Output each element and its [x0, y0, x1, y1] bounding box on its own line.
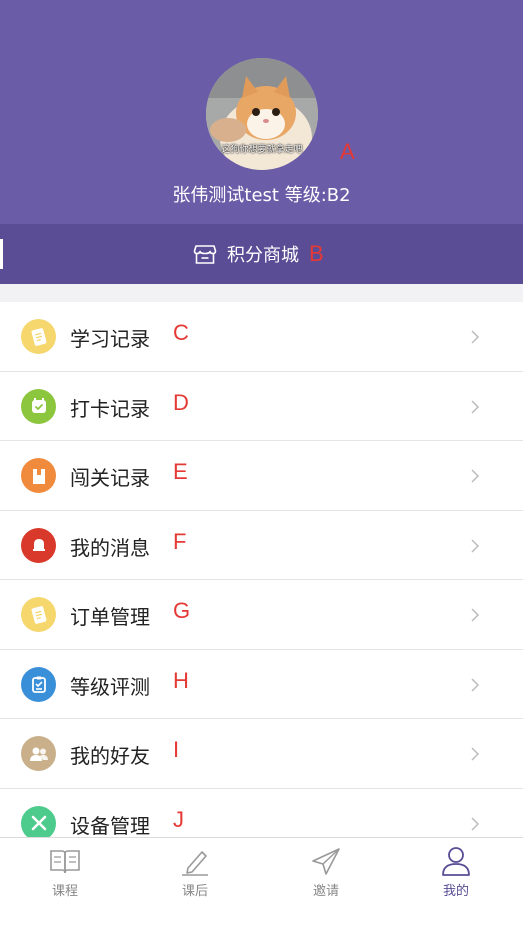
- menu-item-label: 等级评测: [70, 674, 150, 699]
- chevron-right-icon: [471, 469, 480, 483]
- menu-item-label: 打卡记录: [70, 396, 150, 421]
- pencil-icon: [182, 851, 208, 876]
- menu-item-my-friends[interactable]: 我的好友 I: [0, 719, 523, 789]
- chevron-right-icon: [471, 399, 480, 414]
- marker-e: E: [173, 459, 188, 484]
- points-mall-label: 积分商城: [227, 245, 299, 266]
- marker-b: B: [309, 241, 324, 266]
- points-mall-link[interactable]: 积分商城 B: [193, 241, 324, 267]
- menu-item-label: 我的消息: [70, 535, 150, 560]
- tab-invite[interactable]: 邀请: [261, 846, 391, 899]
- user-icon: [442, 847, 470, 876]
- menu-item-level-assessment[interactable]: 等级评测 H: [0, 650, 523, 719]
- marker-h: H: [173, 667, 189, 693]
- menu-item-label: 学习记录: [70, 327, 150, 351]
- chevron-right-icon: [471, 677, 480, 692]
- tab-label: 邀请: [312, 884, 339, 899]
- marker-f: F: [173, 528, 187, 554]
- chevron-right-icon: [471, 816, 480, 831]
- notebook-icon: [21, 319, 56, 354]
- clipboard-icon: [21, 666, 56, 702]
- friends-icon: [21, 736, 56, 771]
- tools-icon: [21, 805, 56, 841]
- menu-item-study-record[interactable]: 学习记录 C: [0, 302, 523, 372]
- paper-plane-icon: [312, 848, 340, 875]
- marker-c: C: [173, 320, 189, 345]
- user-name-level: 张伟测试test 等级:B2: [172, 185, 351, 206]
- calendar-check-icon: [21, 388, 56, 424]
- marker-d: D: [173, 389, 189, 415]
- chevron-right-icon: [471, 747, 480, 761]
- tab-courses[interactable]: 课程: [0, 846, 130, 899]
- chevron-right-icon: [471, 608, 480, 622]
- section-gap: [0, 284, 523, 302]
- tab-label: 课后: [181, 884, 208, 899]
- menu-item-label: 闯关记录: [70, 466, 150, 490]
- avatar[interactable]: 这狗你想要就拿走吧: [206, 58, 318, 170]
- avatar-caption: 这狗你想要就拿走吧: [221, 145, 303, 155]
- profile-header: 这狗你想要就拿走吧 A 张伟测试test 等级:B2: [0, 0, 523, 224]
- tab-label: 课程: [51, 884, 78, 899]
- menu-item-checkin-record[interactable]: 打卡记录 D: [0, 372, 523, 441]
- menu-item-label: 我的好友: [70, 744, 150, 768]
- chevron-right-icon: [471, 538, 480, 553]
- menu-list: 学习记录 C 打卡记录 D 闯关记录 E 我的消息 F 订单管理 G 等级评测 …: [0, 302, 523, 858]
- marker-j: J: [173, 806, 184, 832]
- tab-label: 我的: [442, 884, 469, 899]
- door-icon: [21, 458, 56, 493]
- marker-i: I: [173, 737, 180, 762]
- book-icon: [50, 850, 80, 874]
- tab-after-class[interactable]: 课后: [130, 846, 260, 899]
- menu-item-order-management[interactable]: 订单管理 G: [0, 580, 523, 650]
- menu-item-my-messages[interactable]: 我的消息 F: [0, 511, 523, 580]
- chevron-right-icon: [471, 330, 480, 344]
- notebook-icon: [21, 597, 56, 632]
- store-icon: [193, 245, 217, 264]
- menu-item-level-record[interactable]: 闯关记录 E: [0, 441, 523, 511]
- bell-icon: [21, 527, 56, 563]
- bottom-tab-bar: 课程 课后 邀请 我的: [0, 837, 523, 931]
- menu-item-label: 设备管理: [70, 813, 150, 838]
- menu-item-label: 订单管理: [70, 605, 150, 629]
- tab-mine[interactable]: 我的: [391, 846, 521, 899]
- marker-a: A: [340, 139, 355, 164]
- marker-g: G: [173, 598, 191, 623]
- mall-edge-marker: [0, 239, 3, 269]
